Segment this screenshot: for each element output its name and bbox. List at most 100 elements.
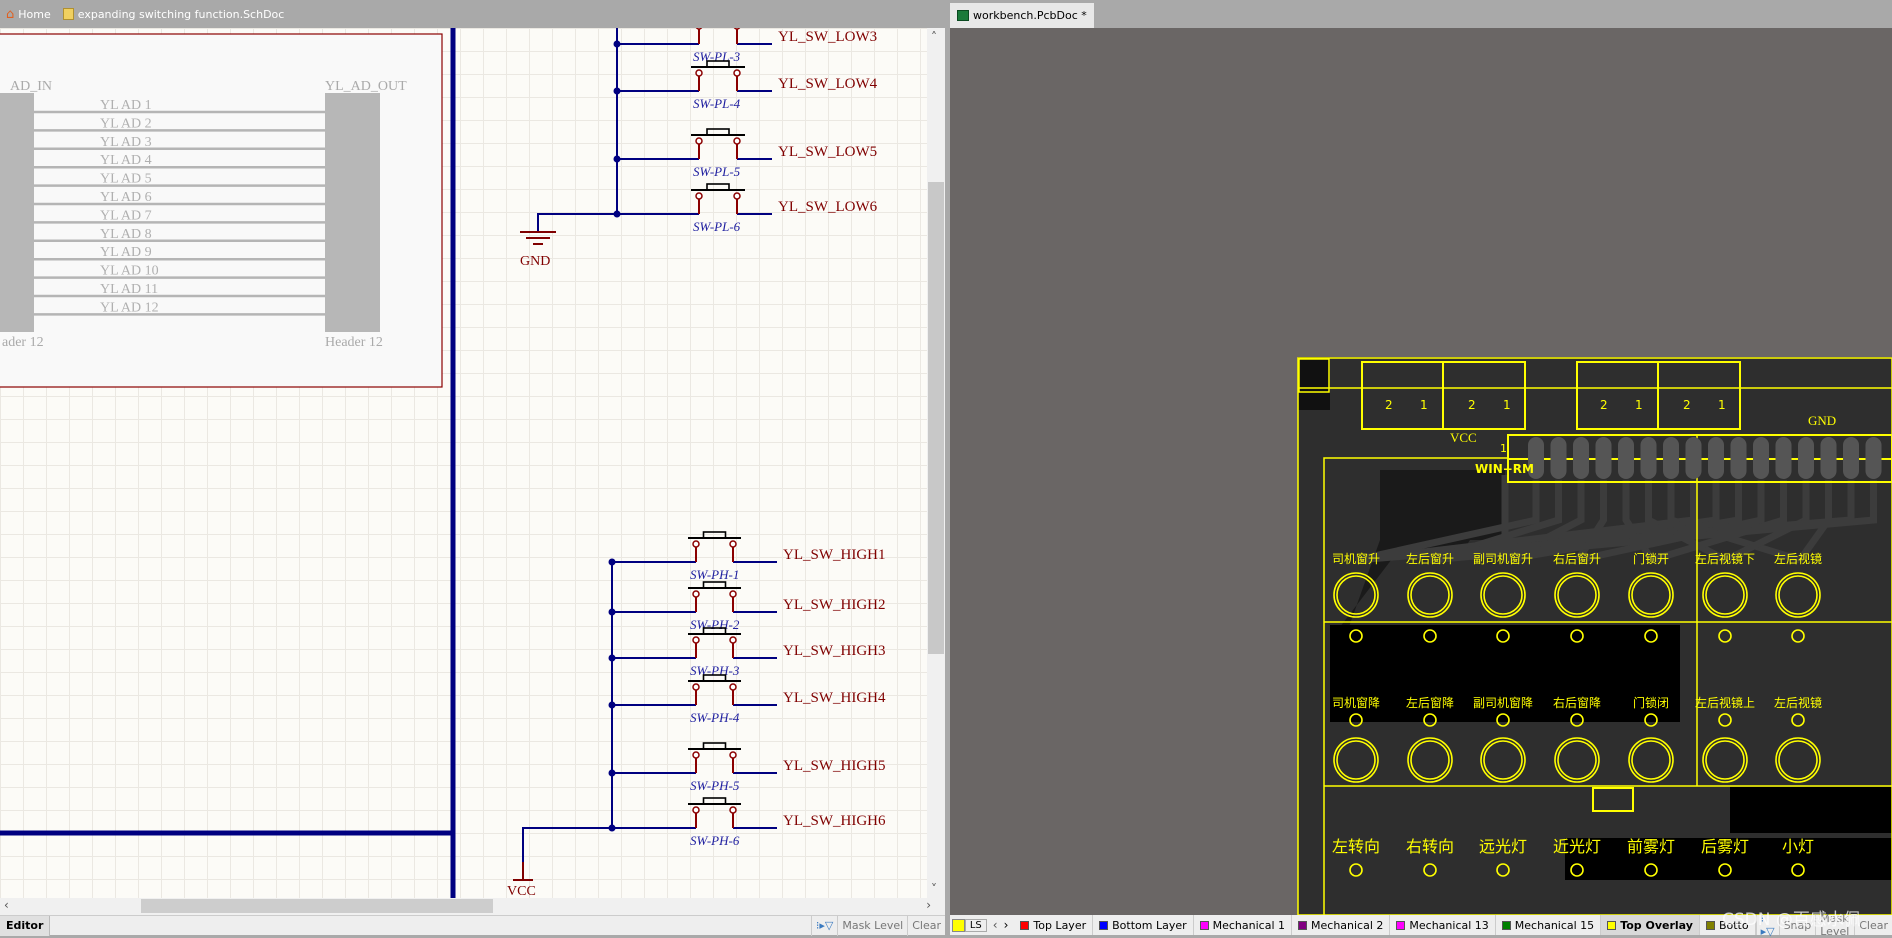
tab-schdoc[interactable]: expanding switching function.SchDoc — [57, 0, 291, 28]
header-left-designator: AD_IN — [10, 79, 52, 94]
home-icon: ⌂ — [6, 6, 15, 22]
gnd-symbol[interactable]: GND — [520, 213, 617, 269]
junction — [613, 155, 621, 163]
pad-number: 1 — [1420, 398, 1428, 412]
header-pad[interactable] — [1550, 437, 1567, 479]
junction — [608, 654, 616, 662]
push-switch[interactable]: SW-PH-1 YL_SW_HIGH1 — [608, 531, 886, 582]
copper-pour — [1730, 787, 1892, 833]
tab-pcbdoc-label: workbench.PcbDoc * — [973, 9, 1087, 22]
header-pad[interactable] — [1618, 437, 1634, 479]
pcb-doc-icon — [957, 10, 969, 21]
layer-tab-label: Bottom Layer — [1112, 918, 1187, 932]
clear-button[interactable]: Clear — [907, 915, 945, 936]
watermark: CSDN @百感水佩 — [1722, 910, 1861, 930]
header-pad[interactable] — [1663, 437, 1679, 479]
layer-scroll-right-icon[interactable]: › — [1004, 918, 1009, 932]
silk-label: 左后视镜 — [1774, 551, 1822, 566]
layer-tab-mechanical-13[interactable]: Mechanical 13 — [1390, 915, 1496, 935]
push-switch[interactable]: SW-PH-3YL_SW_HIGH3 — [608, 627, 886, 678]
filter-icon[interactable]: ⁝▸▽ — [810, 915, 837, 936]
scroll-up-icon[interactable]: ˄ — [931, 30, 937, 44]
header-pad[interactable] — [1843, 437, 1859, 479]
net-label: YL AD 7 — [100, 208, 152, 223]
layer-tab-label: Mechanical 1 — [1212, 918, 1286, 932]
pcb-canvas[interactable]: 2 1 2 1 2 1 2 1 VCC GND WIN+RM 1 司机窗升 左后窗升 副司机窗升 右后窗升 门锁… — [950, 28, 1892, 915]
switch-designator: SW-PH-5 — [690, 778, 740, 793]
net-label: YL AD 3 — [100, 135, 152, 150]
layer-tab-top-overlay[interactable]: Top Overlay — [1601, 915, 1700, 935]
pad-number: 1 — [1718, 398, 1726, 412]
layer-tab-bottom-layer[interactable]: Bottom Layer — [1093, 915, 1194, 935]
push-switch[interactable]: SW-PL-4 YL_SW_LOW4 — [613, 60, 878, 111]
silk-label: 右后窗降 — [1553, 695, 1601, 710]
net-label: YL_SW_HIGH6 — [783, 813, 886, 829]
pad-number: 1 — [1503, 398, 1511, 412]
vcc-symbol[interactable]: VCC — [507, 827, 612, 898]
header-pad[interactable] — [1730, 437, 1747, 479]
net-label: YL_SW_HIGH5 — [783, 758, 886, 774]
push-switch[interactable]: SW-PL-3YL_SW_LOW3 — [613, 28, 878, 64]
current-layer-swatch[interactable] — [952, 918, 965, 932]
push-switch[interactable]: SW-PH-4 YL_SW_HIGH4 — [608, 674, 886, 725]
net-label: YL_SW_HIGH3 — [783, 643, 886, 659]
layer-scroll-left-icon[interactable]: ‹ — [993, 918, 998, 932]
horizontal-scroll-thumb[interactable] — [141, 899, 493, 913]
net-label: YL AD 4 — [100, 153, 152, 168]
layer-tab-mechanical-1[interactable]: Mechanical 1 — [1194, 915, 1293, 935]
schematic-doc-icon — [62, 8, 74, 20]
net-label: YL_SW_LOW3 — [778, 29, 877, 45]
layer-set-button[interactable]: LS — [964, 918, 987, 932]
layer-tab-mechanical-15[interactable]: Mechanical 15 — [1496, 915, 1602, 935]
header-left-body — [0, 93, 34, 332]
header-pad[interactable] — [1820, 437, 1837, 479]
switch-designator: SW-PL-6 — [693, 219, 741, 234]
switch-designator: SW-PH-4 — [690, 710, 740, 725]
scroll-left-icon[interactable]: ‹ — [4, 898, 9, 912]
header-pad[interactable] — [1708, 437, 1724, 479]
header-pad[interactable] — [1685, 437, 1702, 479]
scroll-right-icon[interactable]: › — [926, 898, 931, 912]
push-switch[interactable]: SW-PH-2 YL_SW_HIGH2 — [608, 581, 886, 632]
push-switch[interactable]: SW-PL-6 YL_SW_LOW6 — [613, 183, 878, 234]
mask-level-button[interactable]: Mask Level — [837, 915, 907, 936]
junction — [608, 769, 616, 777]
push-switch[interactable]: SW-PL-5 YL_SW_LOW5 — [613, 128, 878, 179]
silk-label: 远光灯 — [1479, 837, 1527, 856]
silk-label: 门锁开 — [1633, 551, 1669, 566]
schematic-canvas[interactable]: YL AD 1 YL AD 2 YL AD 3 YL AD 4 YL AD 5 YL AD… — [0, 28, 927, 898]
switch-designator: SW-PL-4 — [693, 96, 741, 111]
header-pad[interactable] — [1573, 437, 1589, 479]
header-pad[interactable] — [1595, 437, 1612, 479]
pcb-drawing: 2 1 2 1 2 1 2 1VCCGNDWIN+RM1司机窗升 左后窗升 副司机窗升 右后窗升 门锁… — [1297, 357, 1892, 915]
silk-label: 小灯 — [1782, 837, 1814, 856]
layer-tab-mechanical-2[interactable]: Mechanical 2 — [1292, 915, 1391, 935]
editor-tab[interactable]: Editor — [0, 915, 51, 936]
header-pad[interactable] — [1775, 437, 1792, 479]
tab-pcbdoc[interactable]: workbench.PcbDoc * — [950, 3, 1094, 28]
header-pad[interactable] — [1798, 437, 1814, 479]
header-pad[interactable] — [1753, 437, 1769, 479]
junction — [608, 608, 616, 616]
header-left-comment: ader 12 — [2, 335, 44, 350]
net-label: YL_SW_HIGH2 — [783, 597, 886, 613]
tab-home[interactable]: ⌂ Home — [0, 0, 57, 28]
scroll-down-icon[interactable]: ˅ — [931, 882, 937, 896]
header-pad[interactable] — [1640, 437, 1657, 479]
silk-label: 右后窗升 — [1553, 551, 1601, 566]
junction — [613, 87, 621, 95]
silk-label: 司机窗升 — [1332, 552, 1380, 566]
push-switch[interactable]: SW-PH-6 YL_SW_HIGH6 — [608, 797, 886, 848]
gnd-label: GND — [520, 254, 550, 269]
header-pad[interactable] — [1865, 437, 1882, 479]
layer-color-swatch — [1099, 920, 1109, 930]
net-label: YL_SW_LOW4 — [778, 76, 878, 92]
silk-label: 近光灯 — [1553, 837, 1601, 856]
push-switch[interactable]: SW-PH-5 YL_SW_HIGH5 — [608, 742, 886, 793]
layer-tab-top-layer[interactable]: Top Layer — [1014, 915, 1094, 935]
vertical-scroll-thumb[interactable] — [928, 182, 944, 654]
pad-number: 1 — [1635, 398, 1643, 412]
silk-label: 副司机窗升 — [1473, 552, 1533, 566]
layer-color-swatch — [1607, 920, 1617, 930]
schematic-status-bar: Editor ⁝▸▽ Mask Level Clear — [0, 915, 945, 936]
